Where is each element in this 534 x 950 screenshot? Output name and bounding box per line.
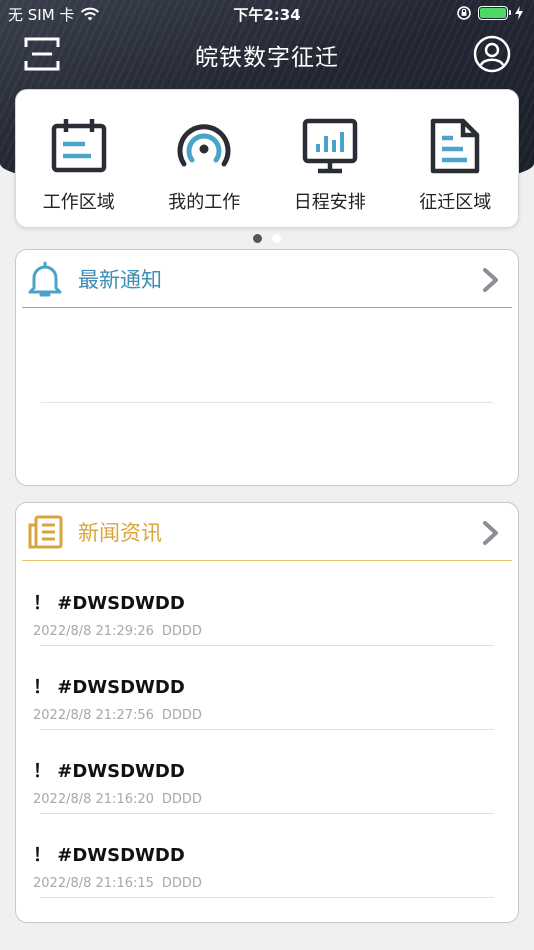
news-item-title: ！ #DWSDWDD (33, 677, 185, 698)
news-item[interactable]: ！ #DWSDWDD 2022/8/8 21:16:20 DDDD (33, 729, 494, 814)
news-item-author: DDDD (161, 624, 202, 639)
news-title: 新闻资讯 (78, 520, 162, 545)
page-indicator[interactable] (0, 234, 534, 243)
orientation-lock-icon (457, 6, 471, 20)
news-item-date: 2022/8/8 21:29:26 (33, 624, 154, 639)
status-right (456, 5, 524, 21)
news-item-title: ！ #DWSDWDD (33, 761, 185, 782)
quick-item-label: 征迁区域 (419, 192, 492, 213)
quick-item-my-work[interactable]: 我的工作 (142, 90, 268, 227)
quick-item-relocation-area[interactable]: 征迁区域 (393, 90, 519, 227)
news-item-meta: 2022/8/8 21:16:15 DDDD (33, 876, 202, 891)
news-item-meta: 2022/8/8 21:16:20 DDDD (33, 792, 202, 807)
page-title: 皖铁数字征迁 (195, 45, 339, 71)
news-item[interactable]: ！ #DWSDWDD 2022/8/8 21:27:56 DDDD (33, 645, 494, 730)
news-item[interactable]: ！ #DWSDWDD 2022/8/8 21:29:26 DDDD (33, 561, 494, 646)
news-list: ！ #DWSDWDD 2022/8/8 21:29:26 DDDD ！ #DWSD… (16, 561, 518, 898)
calendar-board-icon (51, 119, 106, 173)
user-profile-icon[interactable] (472, 34, 512, 74)
news-item-date: 2022/8/8 21:16:20 (33, 792, 154, 807)
charging-icon (515, 6, 523, 20)
news-item-title: ！ #DWSDWDD (33, 593, 185, 614)
status-time: 下午2:34 (233, 6, 301, 24)
news-header[interactable]: 新闻资讯 (22, 503, 512, 561)
notice-section: 最新通知 (15, 249, 519, 486)
news-item-author: DDDD (161, 708, 202, 723)
news-item-author: DDDD (161, 876, 202, 891)
news-item-author: DDDD (161, 792, 202, 807)
status-bar: 无 SIM 卡 下午2:34 (0, 0, 534, 28)
signal-gauge-icon (177, 124, 231, 167)
quick-menu-card: 工作区域 我的工作 日程安排 征迁区域 (15, 89, 519, 228)
news-item-meta: 2022/8/8 21:27:56 DDDD (33, 708, 202, 723)
page-dot[interactable] (272, 234, 281, 243)
divider (40, 897, 494, 898)
news-item-meta: 2022/8/8 21:29:26 DDDD (33, 624, 202, 639)
news-item-date: 2022/8/8 21:16:15 (33, 876, 154, 891)
chevron-right-icon[interactable] (480, 520, 502, 546)
quick-item-label: 日程安排 (293, 192, 366, 213)
notice-title: 最新通知 (78, 267, 162, 292)
divider (41, 402, 493, 403)
quick-item-label: 我的工作 (168, 192, 241, 213)
chevron-right-icon[interactable] (480, 267, 502, 293)
quick-item-work-area[interactable]: 工作区域 (16, 90, 142, 227)
bell-icon (28, 261, 62, 296)
notice-header[interactable]: 最新通知 (22, 250, 512, 308)
battery-icon (478, 6, 511, 20)
monitor-chart-icon (302, 118, 357, 174)
news-item[interactable]: ！ #DWSDWDD 2022/8/8 21:16:15 DDDD (33, 813, 494, 898)
document-icon (431, 118, 480, 174)
quick-item-schedule[interactable]: 日程安排 (267, 90, 393, 227)
quick-item-label: 工作区域 (42, 192, 115, 213)
news-section: 新闻资讯 ！ #DWSDWDD 2022/8/8 21:29:26 DDDD ！ … (15, 502, 519, 923)
news-item-date: 2022/8/8 21:27:56 (33, 708, 154, 723)
page-dot-active[interactable] (253, 234, 262, 243)
news-item-title: ！ #DWSDWDD (33, 845, 185, 866)
newspaper-icon (28, 515, 63, 548)
